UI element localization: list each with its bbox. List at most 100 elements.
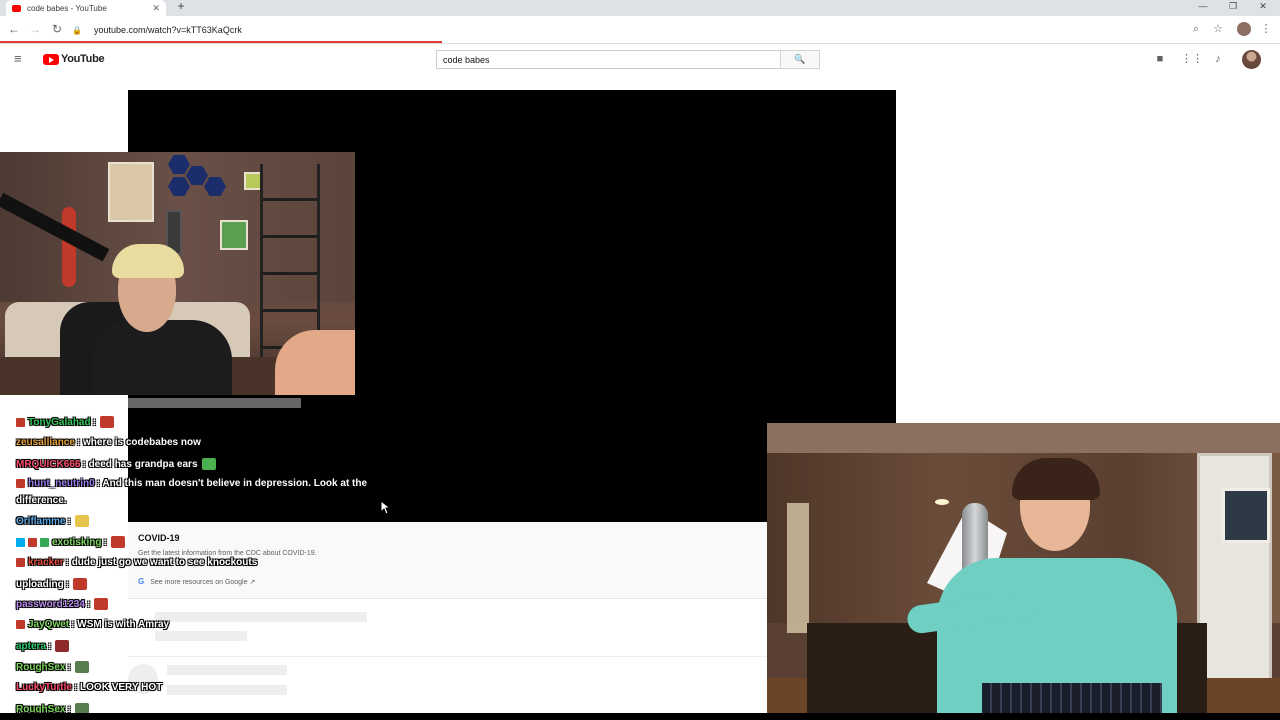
chat-emote-icon [94,598,109,610]
chat-username: MRQUICK666 [16,458,81,470]
chat-message: zeusalliance: where is codebabes now [16,437,201,448]
chat-message: TonyGalahad: [16,416,114,428]
wall-poster [220,220,248,250]
chat-username: zeusalliance [16,437,75,448]
chat-username: Oriflamme [16,515,66,527]
chat-badge-icon [28,537,37,547]
chat-message: LuckyTurtle: LOOK VERY HOT [16,682,162,693]
chat-message-text: : [86,598,91,610]
chat-username: password1234 [16,598,85,610]
chat-emote-icon [201,458,216,470]
bottom-strip [0,713,1280,720]
chat-badge-icon [16,558,25,567]
chat-message-text: : LOOK VERY HOT [73,682,163,693]
chat-message: uploading: [16,578,88,590]
new-tab-button[interactable]: + [174,0,188,14]
wall-poster [108,162,154,222]
chat-message-text: : where is codebabes now [76,437,201,448]
chat-badge-icon [16,479,25,488]
minimize-button[interactable]: — [1188,0,1218,14]
streamer-webcam-overlay [0,152,355,395]
chat-username: TonyGalahad [28,416,91,428]
more-icon[interactable]: ⋮ [1258,21,1274,37]
chat-message-text: : [48,640,52,652]
chat-badge-icon [16,537,25,547]
ceiling-lamp [935,499,949,505]
back-icon[interactable]: ← [6,21,22,37]
chat-username: aptera [16,640,47,652]
chat-line-cutoff [16,398,301,408]
menu-icon[interactable]: ≡ [14,52,28,65]
restore-button[interactable]: ❐ [1218,0,1248,14]
tab-title: code babes - YouTube [27,3,107,13]
reload-icon[interactable]: ↻ [49,21,65,37]
url-text[interactable]: youtube.com/watch?v=kTT63KaQcrk [94,25,242,35]
zoom-icon[interactable]: ⌕ [1188,21,1204,37]
chat-message-text: : dude just go we want to see knockouts [65,557,258,568]
chat-message: exotisking: [16,536,125,548]
chat-message: Oriflamme: [16,515,89,527]
chat-message-text: : [65,578,70,590]
chat-emote-icon [73,578,88,590]
browser-tab-strip [0,0,1280,16]
forward-icon[interactable]: → [27,21,43,37]
address-bar[interactable]: 🔒 youtube.com/watch?v=kTT63KaQcrk [72,20,1232,40]
browser-tab[interactable]: code babes - YouTube ✕ [6,0,166,16]
youtube-favicon-icon [12,4,21,12]
mouse-cursor-icon [381,501,391,515]
chat-message-text: : WSM is with Amray [71,619,170,630]
window [1222,488,1270,543]
chat-username: RoughSex [16,661,66,673]
person-body [92,320,232,395]
tab-close-icon[interactable]: ✕ [152,3,160,14]
close-window-button[interactable]: ✕ [1248,0,1278,14]
youtube-logo[interactable]: YouTube [43,53,105,65]
person-hair [1012,458,1100,500]
chat-message-text: : And this man doesn't believe in depres… [96,478,368,489]
chat-message-text: : [67,515,71,527]
second-webcam-overlay [767,423,1280,713]
youtube-logo-text: YouTube [61,53,105,65]
chat-message-text: : [92,416,96,428]
avatar[interactable] [1242,50,1261,69]
search-button[interactable]: 🔍 [780,50,820,69]
chat-overlay: TonyGalahad: zeusalliance: where is codeb… [0,396,420,720]
person-hair [112,244,184,278]
lock-icon: 🔒 [72,25,82,35]
chat-message: JayQwet: WSM is with Amray [16,619,169,630]
star-icon[interactable]: ☆ [1210,21,1226,37]
youtube-logo-icon [43,53,59,65]
search-icon: 🔍 [794,54,806,64]
person-leg [275,330,355,395]
chat-emote-icon [110,536,125,548]
page-load-progress [0,41,442,43]
apps-icon[interactable]: ⋮⋮ [1181,51,1203,67]
chat-emote-icon [74,661,89,673]
chat-message: RoughSex: [16,661,89,673]
chat-message-text: : [103,536,107,548]
chat-emote-icon [74,515,89,527]
chat-message: kracker: dude just go we want to see kno… [16,557,257,568]
chat-emote-icon [99,416,114,428]
person-pants [982,683,1162,713]
chat-message: difference. [16,495,67,506]
notifications-icon[interactable]: ♪ [1210,51,1226,67]
search-input[interactable] [436,50,781,69]
chat-message: aptera: [16,640,70,652]
browser-profile-avatar[interactable] [1237,22,1251,36]
chat-badge-icon [40,537,49,547]
window-curtain [787,503,809,633]
chat-username: LuckyTurtle [16,682,72,693]
chat-badge-icon [16,620,25,629]
chat-message: MRQUICK666: deed has grandpa ears [16,458,216,470]
create-video-icon[interactable]: ■ [1152,51,1168,67]
chat-username: kracker [28,557,64,568]
chat-message: hunt_neutrin0: And this man doesn't beli… [16,478,367,489]
chat-emote-icon [55,640,70,652]
chat-message: password1234: [16,598,109,610]
guitar [62,207,76,287]
chat-username: uploading [16,578,64,590]
chat-username: exotisking [52,536,102,548]
chat-message-text: : [67,661,71,673]
chat-badge-icon [16,417,25,427]
